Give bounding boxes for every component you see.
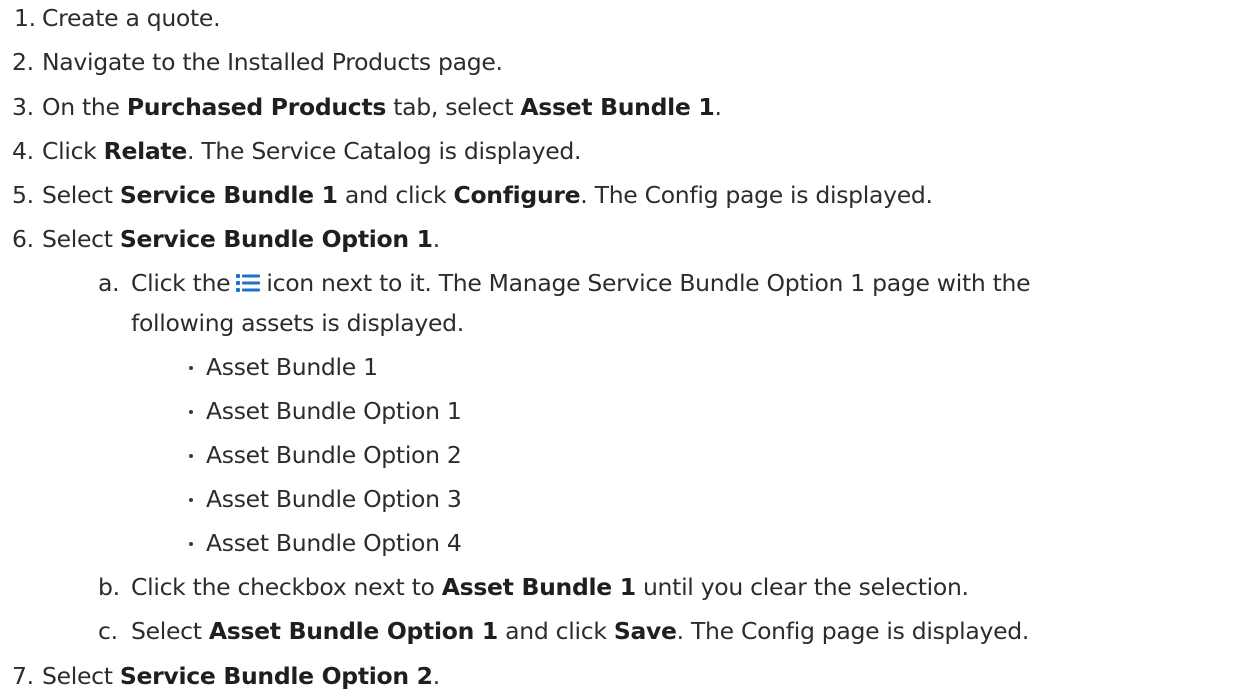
step-number: 2. xyxy=(12,48,34,76)
bullet-dot xyxy=(189,454,193,458)
substep-text: Click the checkbox next to Asset Bundle … xyxy=(131,573,969,601)
step-number: 6. xyxy=(12,225,34,253)
bullet-text: Asset Bundle Option 3 xyxy=(206,485,462,513)
step-text: Navigate to the Installed Products page. xyxy=(42,48,503,76)
bullet-dot xyxy=(189,410,193,414)
substep-text: following assets is displayed. xyxy=(131,309,464,337)
step-text: Select Service Bundle 1 and click Config… xyxy=(42,181,933,209)
step-text: Select Service Bundle Option 2. xyxy=(42,662,440,690)
step-number: 1. xyxy=(14,4,36,32)
substep-letter: c. xyxy=(98,617,118,645)
step-text: Click Relate. The Service Catalog is dis… xyxy=(42,137,582,165)
bullet-text: Asset Bundle Option 4 xyxy=(206,529,462,557)
step-number: 3. xyxy=(12,93,34,121)
bullet-dot xyxy=(189,366,193,370)
bullet-text: Asset Bundle Option 1 xyxy=(206,397,462,425)
step-number: 4. xyxy=(12,137,34,165)
bullet-text: Asset Bundle Option 2 xyxy=(206,441,462,469)
substep-text: Select Asset Bundle Option 1 and click S… xyxy=(131,617,1030,645)
step-text: On the Purchased Products tab, select As… xyxy=(42,93,722,121)
substep-letter: b. xyxy=(98,573,120,601)
substep-letter: a. xyxy=(98,269,120,297)
bullet-dot xyxy=(189,498,193,502)
list-icon xyxy=(236,263,261,292)
step-text: Select Service Bundle Option 1. xyxy=(42,225,440,253)
substep-text: Click the icon next to it. The Manage Ser… xyxy=(131,261,1031,305)
bullet-text: Asset Bundle 1 xyxy=(206,353,378,381)
bullet-dot xyxy=(189,542,193,546)
step-text: Create a quote. xyxy=(42,4,221,32)
step-number: 5. xyxy=(12,181,34,209)
step-number: 7. xyxy=(12,662,34,690)
